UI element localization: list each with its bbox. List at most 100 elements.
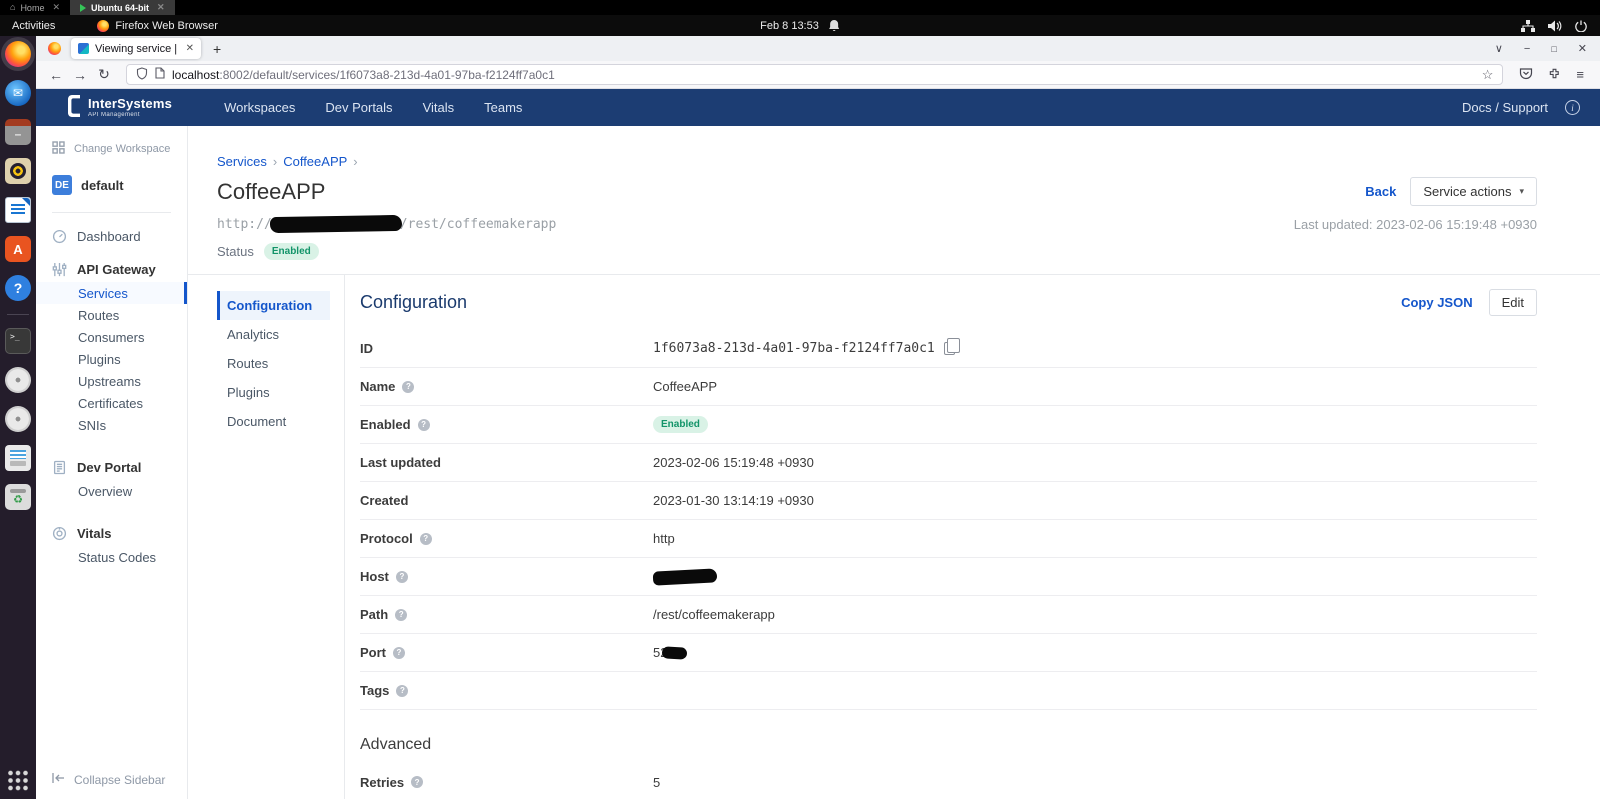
disc-2-icon[interactable]	[5, 406, 31, 432]
thunderbird-icon[interactable]	[5, 80, 31, 106]
shield-icon[interactable]	[136, 67, 148, 83]
help-icon[interactable]: ?	[396, 571, 408, 583]
sidebar-item-certificates[interactable]: Certificates	[36, 392, 187, 414]
back-icon[interactable]: ←	[46, 67, 66, 83]
sidebar-item-upstreams[interactable]: Upstreams	[36, 370, 187, 392]
sidebar-item-status-codes[interactable]: Status Codes	[36, 546, 187, 568]
sidebar-item-label: Dashboard	[77, 229, 141, 244]
workspace-name: default	[81, 178, 124, 193]
sidebar-item-overview[interactable]: Overview	[36, 480, 187, 502]
header-right: Docs / Support i	[1462, 100, 1600, 115]
power-icon	[1575, 20, 1587, 32]
help-icon[interactable]: ?	[418, 419, 430, 431]
ubuntu-software-icon[interactable]	[5, 236, 31, 262]
firefox-view-icon[interactable]	[48, 42, 61, 55]
sidebar-item-dev-portal[interactable]: Dev Portal	[36, 454, 187, 480]
sidebar-item-routes[interactable]: Routes	[36, 304, 187, 326]
forward-icon[interactable]: →	[70, 67, 90, 83]
edit-button[interactable]: Edit	[1489, 289, 1537, 316]
workspace-row[interactable]: DE default	[36, 172, 187, 198]
vm-tab-close-icon[interactable]: ✕	[52, 2, 60, 13]
sidebar-item-label: Vitals	[77, 526, 111, 541]
trash-icon[interactable]	[5, 484, 31, 510]
sidebar-item-plugins[interactable]: Plugins	[36, 348, 187, 370]
help-icon[interactable]: ?	[396, 685, 408, 697]
close-icon[interactable]: ✕	[1578, 42, 1587, 55]
sidebar-item-snis[interactable]: SNIs	[36, 414, 187, 436]
help-icon[interactable]: ?	[395, 609, 407, 621]
url-bar[interactable]: localhost:8002/default/services/1f6073a8…	[126, 64, 1503, 85]
copy-icon[interactable]	[944, 342, 955, 355]
sidebar-item-services[interactable]: Services	[36, 282, 187, 304]
terminal-icon[interactable]	[5, 328, 31, 354]
nav-workspaces[interactable]: Workspaces	[224, 100, 295, 115]
reload-icon[interactable]: ↻	[94, 66, 114, 83]
nav-vitals[interactable]: Vitals	[423, 100, 455, 115]
activities-button[interactable]: Activities	[0, 15, 67, 36]
config-row-protocol: Protocol?http	[360, 520, 1537, 558]
browser-window: Viewing service | Kong M ✕ + ∨ − □ ✕ ← →…	[36, 36, 1600, 799]
subnav-analytics[interactable]: Analytics	[217, 320, 330, 349]
subnav-routes[interactable]: Routes	[217, 349, 330, 378]
config-row-retries: Retries?5	[360, 762, 1537, 799]
disc-1-icon[interactable]	[5, 367, 31, 393]
breadcrumb-link-services[interactable]: Services	[217, 154, 267, 169]
drive-icon[interactable]	[5, 445, 31, 471]
app-nav: Workspaces Dev Portals Vitals Teams	[224, 100, 522, 115]
show-applications-button[interactable]	[8, 770, 29, 791]
menu-icon[interactable]: ≡	[1576, 67, 1584, 82]
field-label-id: ID	[360, 341, 653, 356]
help-icon[interactable]	[5, 275, 31, 301]
subnav-configuration[interactable]: Configuration	[217, 291, 330, 320]
rhythmbox-icon[interactable]	[5, 158, 31, 184]
sidebar-item-api-gateway[interactable]: API Gateway	[36, 256, 187, 282]
enabled-badge: Enabled	[653, 416, 708, 433]
field-value-name: CoffeeAPP	[653, 379, 717, 394]
docs-support-link[interactable]: Docs / Support	[1462, 100, 1548, 115]
collapse-sidebar-button[interactable]: Collapse Sidebar	[52, 772, 165, 787]
help-icon[interactable]: ?	[393, 647, 405, 659]
bookmark-star-icon[interactable]: ☆	[1482, 67, 1494, 83]
change-workspace-button[interactable]: Change Workspace	[36, 138, 187, 160]
sidebar-item-vitals[interactable]: Vitals	[36, 520, 187, 546]
service-actions-button[interactable]: Service actions ▾	[1410, 177, 1537, 206]
browser-tab[interactable]: Viewing service | Kong M ✕	[71, 38, 201, 59]
subnav-document[interactable]: Document	[217, 407, 330, 436]
copy-json-link[interactable]: Copy JSON	[1401, 295, 1473, 310]
field-label-enabled: Enabled?	[360, 417, 653, 432]
subnav-plugins[interactable]: Plugins	[217, 378, 330, 407]
info-icon[interactable]: i	[1565, 100, 1580, 115]
breadcrumb-link-coffeeapp[interactable]: CoffeeAPP	[283, 154, 347, 169]
help-icon[interactable]: ?	[411, 776, 423, 788]
system-tray[interactable]	[1521, 20, 1600, 32]
field-value-port: 52	[653, 645, 687, 660]
new-tab-button[interactable]: +	[213, 41, 221, 57]
nav-teams[interactable]: Teams	[484, 100, 522, 115]
pocket-icon[interactable]	[1519, 67, 1533, 83]
restore-icon[interactable]: □	[1551, 44, 1556, 54]
clock-area[interactable]: Feb 8 13:53	[760, 15, 840, 36]
help-icon[interactable]: ?	[420, 533, 432, 545]
sidebar-item-consumers[interactable]: Consumers	[36, 326, 187, 348]
help-icon[interactable]: ?	[402, 381, 414, 393]
libreoffice-writer-icon[interactable]	[5, 197, 31, 223]
vm-tab-ubuntu-64-bit[interactable]: Ubuntu 64-bit✕	[70, 0, 175, 15]
sidebar-item-dashboard[interactable]: Dashboard	[36, 223, 187, 249]
vm-tab-home[interactable]: ⌂Home✕	[0, 0, 70, 15]
back-link[interactable]: Back	[1365, 184, 1396, 199]
list-tabs-icon[interactable]: ∨	[1495, 42, 1503, 55]
firefox-icon[interactable]	[5, 41, 31, 67]
vm-tab-close-icon[interactable]: ✕	[157, 2, 165, 13]
page-info-icon[interactable]	[155, 67, 165, 82]
nav-dev-portals[interactable]: Dev Portals	[325, 100, 392, 115]
extensions-icon[interactable]	[1548, 67, 1561, 83]
service-actions-label: Service actions	[1423, 184, 1511, 199]
minimize-icon[interactable]: −	[1524, 43, 1530, 55]
config-row-path: Path?/rest/coffeemakerapp	[360, 596, 1537, 634]
field-label-path: Path?	[360, 607, 653, 622]
app-menu[interactable]: Firefox Web Browser	[97, 20, 218, 32]
intersystems-logo[interactable]: InterSystems API Management	[68, 95, 172, 120]
files-icon[interactable]	[5, 119, 31, 145]
tab-close-icon[interactable]: ✕	[186, 43, 194, 54]
service-subnav: ConfigurationAnalyticsRoutesPluginsDocum…	[188, 275, 345, 799]
